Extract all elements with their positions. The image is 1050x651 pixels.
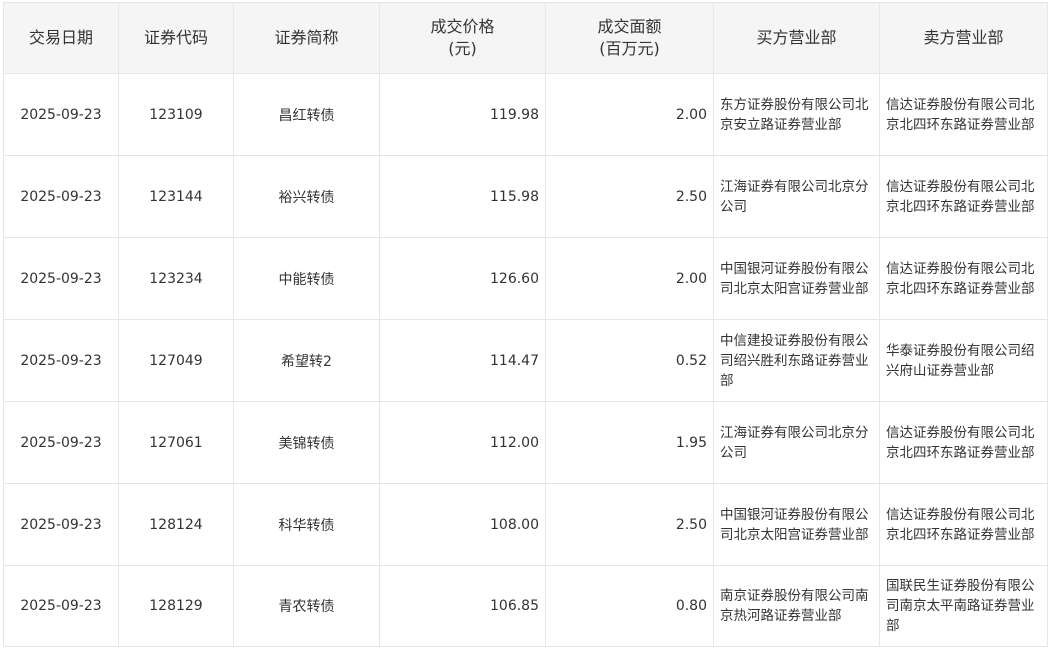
block-trade-table: 交易日期 证券代码 证券简称 成交价格 (元) 成交面额 (百万元) 买方营业部…	[3, 2, 1048, 647]
table-row: 2025-09-23 128124 科华转债 108.00 2.50 中国银河证…	[3, 483, 1048, 566]
cell-security-name: 希望转2	[233, 319, 380, 402]
cell-security-code: 123109	[118, 73, 234, 156]
cell-buyer-branch: 江海证券有限公司北京分公司	[713, 401, 880, 484]
cell-security-code: 127061	[118, 401, 234, 484]
cell-trade-date: 2025-09-23	[3, 155, 119, 238]
header-trade-price[interactable]: 成交价格 (元)	[379, 2, 546, 74]
header-trade-amount-unit: (百万元)	[599, 39, 660, 58]
block-trade-table-container: 交易日期 证券代码 证券简称 成交价格 (元) 成交面额 (百万元) 买方营业部…	[3, 2, 1050, 647]
cell-buyer-branch: 中国银河证券股份有限公司北京太阳宫证券营业部	[713, 483, 880, 566]
cell-trade-amount: 0.52	[545, 319, 714, 402]
table-row: 2025-09-23 128129 青农转债 106.85 0.80 南京证券股…	[3, 565, 1048, 647]
cell-seller-branch: 国联民生证券股份有限公司南京太平南路证券营业部	[879, 565, 1048, 647]
cell-trade-date: 2025-09-23	[3, 73, 119, 156]
header-trade-amount-label: 成交面额	[597, 17, 662, 36]
cell-trade-price: 108.00	[379, 483, 546, 566]
cell-security-code: 128124	[118, 483, 234, 566]
cell-trade-price: 126.60	[379, 237, 546, 320]
cell-buyer-branch: 东方证券股份有限公司北京安立路证券营业部	[713, 73, 880, 156]
header-seller-branch[interactable]: 卖方营业部	[879, 2, 1048, 74]
cell-seller-branch: 信达证券股份有限公司北京北四环东路证券营业部	[879, 73, 1048, 156]
cell-trade-amount: 2.00	[545, 237, 714, 320]
header-buyer-branch[interactable]: 买方营业部	[713, 2, 880, 74]
cell-trade-amount: 2.50	[545, 155, 714, 238]
table-header: 交易日期 证券代码 证券简称 成交价格 (元) 成交面额 (百万元) 买方营业部…	[3, 2, 1048, 74]
cell-security-name: 科华转债	[233, 483, 380, 566]
header-trade-date[interactable]: 交易日期	[3, 2, 119, 74]
cell-seller-branch: 信达证券股份有限公司北京北四环东路证券营业部	[879, 483, 1048, 566]
cell-seller-branch: 信达证券股份有限公司北京北四环东路证券营业部	[879, 237, 1048, 320]
cell-trade-price: 119.98	[379, 73, 546, 156]
cell-security-name: 美锦转债	[233, 401, 380, 484]
cell-security-name: 裕兴转债	[233, 155, 380, 238]
cell-security-code: 123144	[118, 155, 234, 238]
cell-seller-branch: 华泰证券股份有限公司绍兴府山证券营业部	[879, 319, 1048, 402]
table-row: 2025-09-23 123234 中能转债 126.60 2.00 中国银河证…	[3, 237, 1048, 320]
cell-buyer-branch: 中信建投证券股份有限公司绍兴胜利东路证券营业部	[713, 319, 880, 402]
cell-seller-branch: 信达证券股份有限公司北京北四环东路证券营业部	[879, 155, 1048, 238]
header-trade-price-label: 成交价格	[430, 17, 495, 36]
cell-trade-amount: 1.95	[545, 401, 714, 484]
header-trade-amount[interactable]: 成交面额 (百万元)	[545, 2, 714, 74]
cell-security-name: 中能转债	[233, 237, 380, 320]
cell-trade-date: 2025-09-23	[3, 237, 119, 320]
table-row: 2025-09-23 127049 希望转2 114.47 0.52 中信建投证…	[3, 319, 1048, 402]
cell-trade-price: 115.98	[379, 155, 546, 238]
cell-trade-date: 2025-09-23	[3, 565, 119, 647]
table-row: 2025-09-23 127061 美锦转债 112.00 1.95 江海证券有…	[3, 401, 1048, 484]
table-row: 2025-09-23 123109 昌红转债 119.98 2.00 东方证券股…	[3, 73, 1048, 156]
cell-security-code: 128129	[118, 565, 234, 647]
cell-trade-amount: 2.00	[545, 73, 714, 156]
header-security-code[interactable]: 证券代码	[118, 2, 234, 74]
cell-trade-date: 2025-09-23	[3, 319, 119, 402]
cell-trade-date: 2025-09-23	[3, 483, 119, 566]
cell-seller-branch: 信达证券股份有限公司北京北四环东路证券营业部	[879, 401, 1048, 484]
cell-security-code: 123234	[118, 237, 234, 320]
table-body: 2025-09-23 123109 昌红转债 119.98 2.00 东方证券股…	[3, 73, 1048, 647]
cell-trade-amount: 0.80	[545, 565, 714, 647]
cell-security-name: 昌红转债	[233, 73, 380, 156]
cell-buyer-branch: 南京证券股份有限公司南京热河路证券营业部	[713, 565, 880, 647]
table-row: 2025-09-23 123144 裕兴转债 115.98 2.50 江海证券有…	[3, 155, 1048, 238]
cell-security-name: 青农转债	[233, 565, 380, 647]
cell-trade-price: 106.85	[379, 565, 546, 647]
cell-trade-date: 2025-09-23	[3, 401, 119, 484]
header-trade-price-unit: (元)	[448, 39, 477, 58]
cell-buyer-branch: 中国银河证券股份有限公司北京太阳宫证券营业部	[713, 237, 880, 320]
cell-buyer-branch: 江海证券有限公司北京分公司	[713, 155, 880, 238]
header-security-name[interactable]: 证券简称	[233, 2, 380, 74]
table-header-row: 交易日期 证券代码 证券简称 成交价格 (元) 成交面额 (百万元) 买方营业部…	[3, 2, 1048, 74]
cell-trade-price: 114.47	[379, 319, 546, 402]
cell-trade-amount: 2.50	[545, 483, 714, 566]
cell-security-code: 127049	[118, 319, 234, 402]
cell-trade-price: 112.00	[379, 401, 546, 484]
